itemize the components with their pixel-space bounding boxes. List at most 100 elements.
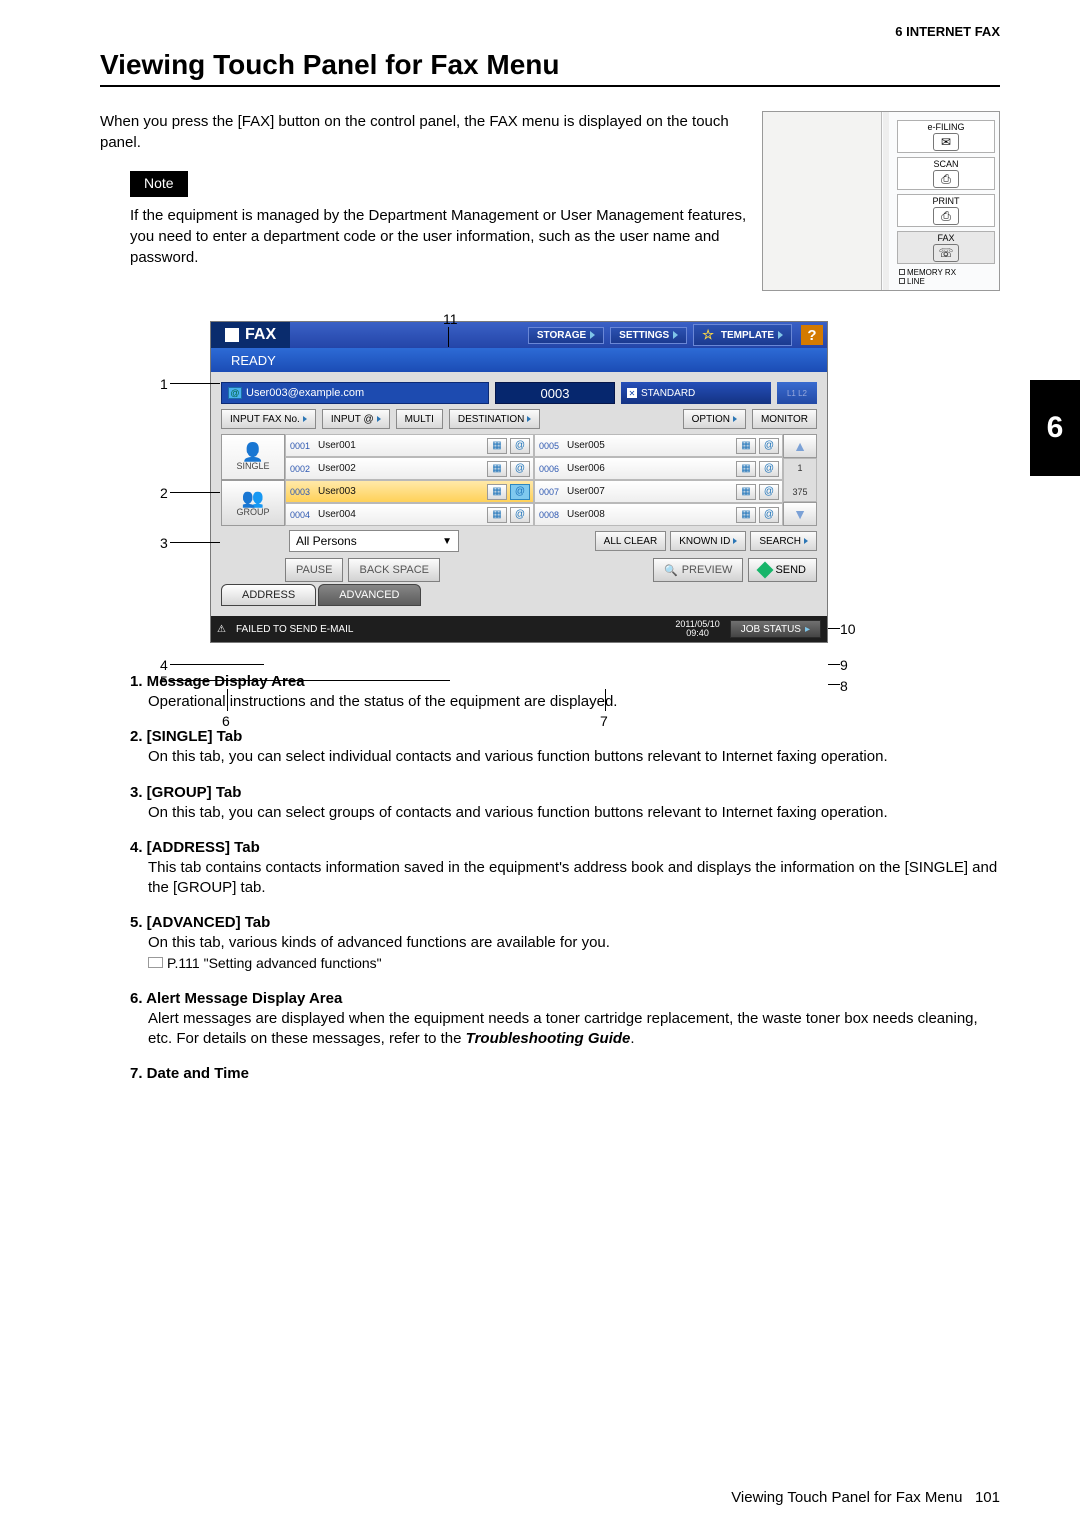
callout-11: 11 <box>443 311 458 327</box>
persons-select[interactable]: All Persons▼ <box>289 530 459 552</box>
fax-dest-icon[interactable]: ▦ <box>487 484 507 500</box>
fax-dest-icon[interactable]: ▦ <box>736 484 756 500</box>
list-item[interactable]: 0002User002▦@ <box>285 457 534 480</box>
multi-button[interactable]: MULTI <box>396 409 443 429</box>
input-fax-no-button[interactable]: INPUT FAX No. <box>221 409 316 429</box>
advanced-tab[interactable]: ADVANCED <box>318 584 420 606</box>
desc-body: Operational instructions and the status … <box>130 692 1000 712</box>
intro-paragraph: When you press the [FAX] button on the c… <box>100 111 747 153</box>
callout-5: 5 <box>160 673 168 689</box>
desc-body: On this tab, various kinds of advanced f… <box>130 933 1000 974</box>
option-button[interactable]: OPTION <box>683 409 746 429</box>
scroll-up-button[interactable]: ▲ <box>783 434 817 458</box>
desc-title: 4. [ADDRESS] Tab <box>130 839 1000 856</box>
scroll-down-button[interactable]: ▼ <box>783 502 817 526</box>
email-dest-icon[interactable]: @ <box>510 484 530 500</box>
storage-button[interactable]: STORAGE <box>528 327 604 344</box>
chapter-header: 6 INTERNET FAX <box>100 20 1000 49</box>
callout-4: 4 <box>160 657 168 673</box>
email-dest-icon[interactable]: @ <box>759 461 779 477</box>
email-dest-icon[interactable]: @ <box>510 507 530 523</box>
address-tab[interactable]: ADDRESS <box>221 584 316 606</box>
list-item[interactable]: 0005User005▦@ <box>534 434 783 457</box>
callout-10: 10 <box>840 621 856 637</box>
send-button[interactable]: SEND <box>748 558 817 582</box>
book-icon <box>148 957 163 968</box>
list-item[interactable]: 0007User007▦@ <box>534 480 783 503</box>
magnifier-icon: 🔍 <box>664 564 678 577</box>
email-dest-icon[interactable]: @ <box>759 507 779 523</box>
page-footer: Viewing Touch Panel for Fax Menu 101 <box>731 1489 1000 1506</box>
fax-dest-icon[interactable]: ▦ <box>736 438 756 454</box>
mini-print: PRINT⎙ <box>897 194 995 227</box>
standard-indicator: ✕STANDARD <box>621 382 771 404</box>
note-badge: Note <box>130 171 188 197</box>
email-dest-icon[interactable]: @ <box>510 438 530 454</box>
list-item[interactable]: 0001User001▦@ <box>285 434 534 457</box>
page-heading: Viewing Touch Panel for Fax Menu <box>100 49 1000 87</box>
callout-6: 6 <box>222 713 230 729</box>
pause-button[interactable]: PAUSE <box>285 558 343 582</box>
email-dest-icon[interactable]: @ <box>759 438 779 454</box>
dest-count: 0003 <box>495 382 615 404</box>
template-button[interactable]: ☆TEMPLATE <box>693 324 792 346</box>
callout-9: 9 <box>840 657 848 673</box>
single-tab[interactable]: 👤 SINGLE <box>221 434 285 480</box>
fax-dest-icon[interactable]: ▦ <box>736 507 756 523</box>
message-display-area: READY <box>211 348 827 372</box>
desc-title: 1. Message Display Area <box>130 673 1000 690</box>
desc-body: This tab contains contacts information s… <box>130 858 1000 899</box>
person-icon: 👤 <box>242 443 264 461</box>
callout-7: 7 <box>600 713 608 729</box>
destination-field[interactable]: @ User003@example.com <box>221 382 489 404</box>
list-item[interactable]: 0004User004▦@ <box>285 503 534 526</box>
email-dest-icon[interactable]: @ <box>759 484 779 500</box>
warning-icon: ⚠ <box>217 624 226 635</box>
fax-dest-icon[interactable]: ▦ <box>736 461 756 477</box>
fax-dest-icon[interactable]: ▦ <box>487 438 507 454</box>
contact-list-right: 0005User005▦@ 0006User006▦@ 0007User007▦… <box>534 434 783 526</box>
callout-3: 3 <box>160 535 168 551</box>
at-icon: @ <box>228 387 242 399</box>
destination-button[interactable]: DESTINATION <box>449 409 540 429</box>
job-status-button[interactable]: JOB STATUS▸ <box>730 620 821 638</box>
input-at-button[interactable]: INPUT @ <box>322 409 390 429</box>
desc-body: Alert messages are displayed when the eq… <box>130 1009 1000 1050</box>
fax-icon <box>225 328 239 342</box>
desc-title: 7. Date and Time <box>130 1065 1000 1082</box>
group-tab[interactable]: 👥 GROUP <box>221 480 285 526</box>
list-item[interactable]: 0006User006▦@ <box>534 457 783 480</box>
preview-button[interactable]: 🔍PREVIEW <box>653 558 743 582</box>
all-clear-button[interactable]: ALL CLEAR <box>595 531 667 551</box>
description-list: 1. Message Display Area Operational inst… <box>100 673 1000 1082</box>
group-icon: 👥 <box>242 489 264 507</box>
monitor-button[interactable]: MONITOR <box>752 409 817 429</box>
mini-fax: FAX☏ <box>897 231 995 264</box>
diamond-icon <box>757 562 774 579</box>
mini-scan: SCAN⎙ <box>897 157 995 190</box>
desc-body: On this tab, you can select groups of co… <box>130 803 1000 823</box>
desc-title: 2. [SINGLE] Tab <box>130 728 1000 745</box>
touch-panel-screenshot: 1 2 3 4 5 11 6 7 8 9 10 FAX STORAGE S <box>160 321 920 643</box>
callout-8: 8 <box>840 678 848 694</box>
help-button[interactable]: ? <box>801 325 823 345</box>
list-item[interactable]: 0003User003▦@ <box>285 480 534 503</box>
desc-title: 6. Alert Message Display Area <box>130 990 1000 1007</box>
backspace-button[interactable]: BACK SPACE <box>348 558 440 582</box>
mini-efiling: e-FILING✉ <box>897 120 995 153</box>
alert-message-area: FAILED TO SEND E-MAIL <box>236 624 665 635</box>
settings-button[interactable]: SETTINGS <box>610 327 687 344</box>
datetime: 2011/05/1009:40 <box>675 620 719 638</box>
list-item[interactable]: 0008User008▦@ <box>534 503 783 526</box>
fax-dest-icon[interactable]: ▦ <box>487 461 507 477</box>
contact-list-left: 0001User001▦@ 0002User002▦@ 0003User003▦… <box>285 434 534 526</box>
email-dest-icon[interactable]: @ <box>510 461 530 477</box>
chapter-side-tab: 6 <box>1030 380 1080 476</box>
known-id-button[interactable]: KNOWN ID <box>670 531 746 551</box>
desc-title: 5. [ADVANCED] Tab <box>130 914 1000 931</box>
search-button[interactable]: SEARCH <box>750 531 817 551</box>
mini-line: LINE <box>893 277 999 286</box>
scroll-track[interactable]: 1375 <box>783 458 817 502</box>
fax-dest-icon[interactable]: ▦ <box>487 507 507 523</box>
callout-2: 2 <box>160 485 168 501</box>
